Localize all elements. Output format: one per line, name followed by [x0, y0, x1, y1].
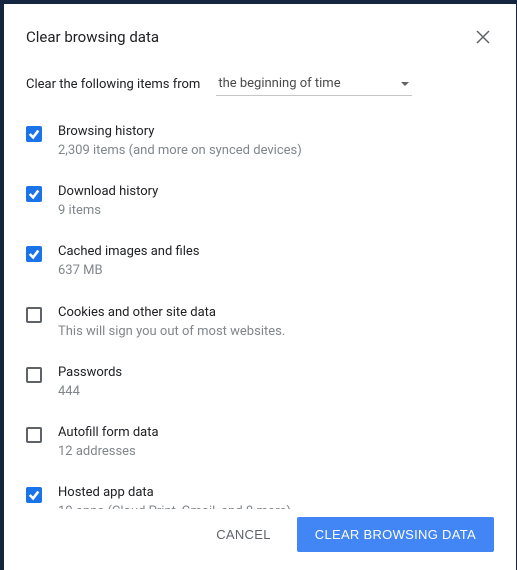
option-text: Cached images and files 637 MB — [58, 244, 494, 280]
checkbox-wrap — [26, 305, 42, 323]
checkbox[interactable] — [26, 427, 42, 443]
option-text: Cookies and other site data This will sig… — [58, 305, 494, 341]
option-row: Cached images and files 637 MB — [26, 244, 494, 280]
option-text: Download history 9 items — [58, 184, 494, 220]
close-button[interactable] — [472, 26, 494, 48]
checkbox[interactable] — [26, 307, 42, 323]
checkbox[interactable] — [26, 367, 42, 383]
option-desc: 637 MB — [58, 262, 494, 280]
checkbox-wrap — [26, 184, 42, 202]
checkbox[interactable] — [26, 487, 42, 503]
dialog-title: Clear browsing data — [26, 28, 159, 46]
option-row: Browsing history 2,309 items (and more on… — [26, 124, 494, 160]
option-title: Hosted app data — [58, 485, 494, 500]
check-icon — [28, 489, 40, 501]
option-desc: 444 — [58, 383, 494, 401]
option-text: Autofill form data 12 addresses — [58, 425, 494, 461]
checkbox-wrap — [26, 124, 42, 142]
time-range-select[interactable]: the beginning of time — [216, 72, 412, 96]
checkbox-wrap — [26, 365, 42, 383]
options-list: Browsing history 2,309 items (and more on… — [26, 124, 494, 509]
cancel-button[interactable]: CANCEL — [198, 517, 289, 552]
check-icon — [28, 128, 40, 140]
option-row: Passwords 444 — [26, 365, 494, 401]
option-title: Cookies and other site data — [58, 305, 494, 320]
chevron-down-icon — [400, 79, 410, 89]
option-title: Passwords — [58, 365, 494, 380]
checkbox[interactable] — [26, 126, 42, 142]
option-desc: 10 apps (Cloud Print, Gmail, and 8 more) — [58, 503, 494, 509]
option-title: Cached images and files — [58, 244, 494, 259]
option-desc: 12 addresses — [58, 443, 494, 461]
check-icon — [28, 248, 40, 260]
check-icon — [28, 188, 40, 200]
dialog-footer: CANCEL CLEAR BROWSING DATA — [26, 517, 494, 552]
option-desc: 2,309 items (and more on synced devices) — [58, 142, 494, 160]
option-title: Download history — [58, 184, 494, 199]
checkbox-wrap — [26, 244, 42, 262]
option-row: Cookies and other site data This will sig… — [26, 305, 494, 341]
clear-browsing-dialog: Clear browsing data Clear the following … — [4, 4, 516, 570]
option-text: Hosted app data 10 apps (Cloud Print, Gma… — [58, 485, 494, 509]
clear-button[interactable]: CLEAR BROWSING DATA — [297, 517, 494, 552]
option-row: Hosted app data 10 apps (Cloud Print, Gma… — [26, 485, 494, 509]
option-text: Passwords 444 — [58, 365, 494, 401]
time-range-label: Clear the following items from — [26, 77, 200, 92]
option-title: Autofill form data — [58, 425, 494, 440]
checkbox-wrap — [26, 485, 42, 503]
option-row: Autofill form data 12 addresses — [26, 425, 494, 461]
option-desc: This will sign you out of most websites. — [58, 323, 494, 341]
time-range-row: Clear the following items from the begin… — [26, 72, 494, 96]
checkbox[interactable] — [26, 186, 42, 202]
checkbox[interactable] — [26, 246, 42, 262]
time-range-value: the beginning of time — [218, 76, 340, 91]
option-title: Browsing history — [58, 124, 494, 139]
dialog-header: Clear browsing data — [26, 26, 494, 48]
option-desc: 9 items — [58, 202, 494, 220]
close-icon — [476, 30, 490, 44]
option-text: Browsing history 2,309 items (and more on… — [58, 124, 494, 160]
checkbox-wrap — [26, 425, 42, 443]
option-row: Download history 9 items — [26, 184, 494, 220]
